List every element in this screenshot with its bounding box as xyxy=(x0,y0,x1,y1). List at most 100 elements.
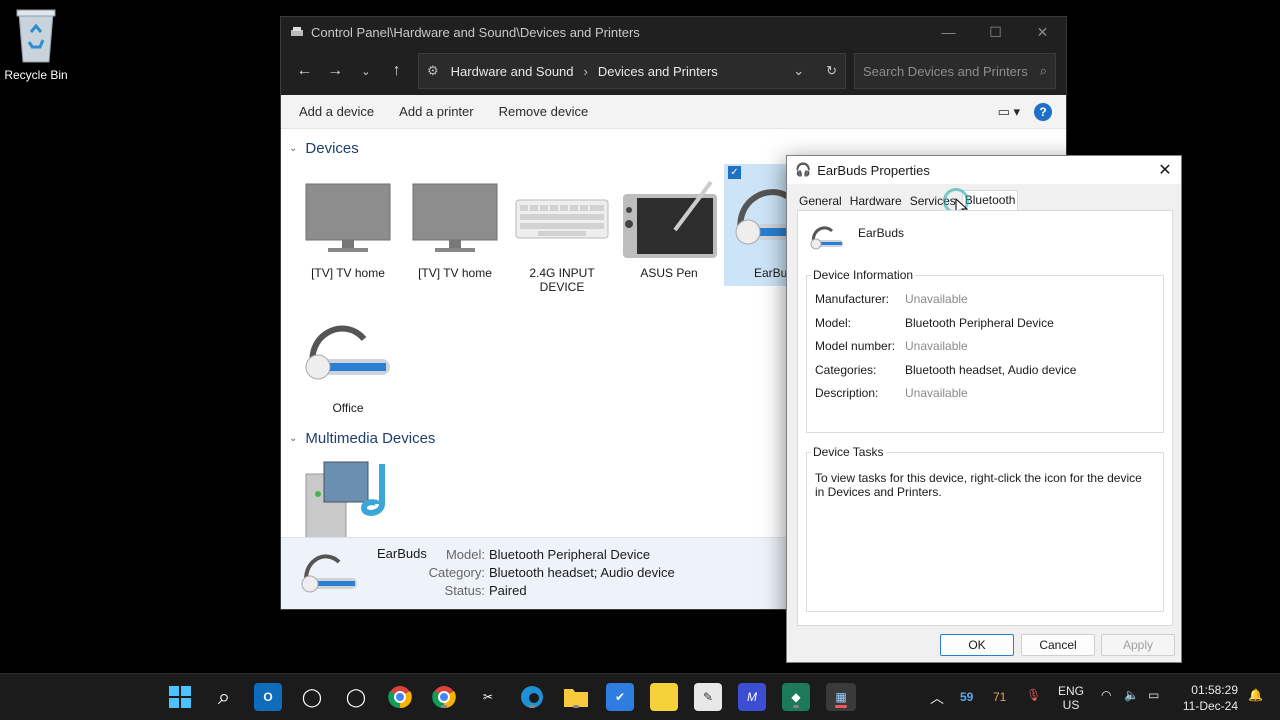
headset-icon xyxy=(810,223,844,253)
info-value: Bluetooth Peripheral Device xyxy=(905,316,1054,330)
microphone-icon[interactable]: 🎙 xyxy=(1026,688,1041,702)
details-model-key: Model: xyxy=(445,547,485,562)
info-row: Categories: Bluetooth headset, Audio devi… xyxy=(815,363,1076,377)
search-icon[interactable]: ⌕ xyxy=(210,683,238,711)
chrome-icon[interactable] xyxy=(386,683,414,711)
ok-button[interactable]: OK xyxy=(940,634,1014,656)
tab-general[interactable]: General xyxy=(797,192,844,210)
remove-device-button[interactable]: Remove device xyxy=(499,104,589,119)
math-app-icon[interactable]: M xyxy=(738,683,766,711)
device-item[interactable]: [TV] TV home xyxy=(296,180,400,280)
snipping-tool-icon[interactable]: ✂ xyxy=(474,683,502,711)
outlook-icon[interactable]: O xyxy=(254,683,282,711)
maximize-button[interactable]: ☐ xyxy=(972,17,1019,47)
breadcrumb-devices-printers[interactable]: Devices and Printers xyxy=(598,64,718,79)
edge-icon[interactable] xyxy=(518,683,546,711)
sticky-notes-icon[interactable] xyxy=(650,683,678,711)
device-item[interactable]: ASUS Pen xyxy=(617,180,721,280)
multimedia-device-item[interactable] xyxy=(296,458,400,538)
group-devices[interactable]: ⌄ Devices xyxy=(289,140,359,157)
taskbar: ⌕ O ◯ ◯ ✂ ✔ ✎ M ◆ ▦ ︿ 59 71 🎙 ENG US ◠ 🔈… xyxy=(0,673,1280,720)
device-item[interactable]: [TV] TV home xyxy=(403,180,507,280)
headset-icon xyxy=(298,315,398,395)
device-label: EarBu xyxy=(754,266,788,280)
recent-locations-button[interactable]: ⌄ xyxy=(353,56,380,86)
window-titlebar: Control Panel\Hardware and Sound\Devices… xyxy=(281,17,1066,47)
whatsapp-icon[interactable]: ◯ xyxy=(298,683,326,711)
minimize-button[interactable]: — xyxy=(925,17,972,47)
cancel-button[interactable]: Cancel xyxy=(1021,634,1095,656)
search-placeholder: Search Devices and Printers xyxy=(863,63,1028,79)
notification-icon[interactable]: 🔔 xyxy=(1248,688,1263,702)
chrome-profile-icon[interactable] xyxy=(430,683,458,711)
address-field[interactable]: ⚙ Hardware and Sound › Devices and Print… xyxy=(418,53,846,89)
code-editor-icon[interactable]: ◆ xyxy=(782,683,810,711)
info-value: Bluetooth headset, Audio device xyxy=(905,363,1077,377)
chevron-down-icon: ⌄ xyxy=(289,433,298,444)
group-devices-label: Devices xyxy=(305,140,359,157)
region-code: US xyxy=(1062,698,1080,712)
start-icon[interactable] xyxy=(166,683,194,711)
clock[interactable]: 01:58:29 11-Dec-24 xyxy=(1180,682,1238,714)
checkbox-icon[interactable]: ✓ xyxy=(728,166,741,179)
device-tasks-legend: Device Tasks xyxy=(811,445,886,459)
pen-tablet-icon xyxy=(619,180,719,260)
tab-hardware[interactable]: Hardware xyxy=(848,192,904,210)
device-item[interactable]: Office xyxy=(296,315,400,415)
file-explorer-icon[interactable] xyxy=(562,683,590,711)
view-options-icon[interactable]: ▭ ▾ xyxy=(998,104,1020,120)
apply-button[interactable]: Apply xyxy=(1101,634,1175,656)
battery-icon[interactable]: ▭ xyxy=(1148,688,1159,702)
details-device-name: EarBuds xyxy=(377,546,427,561)
chevron-right-icon: › xyxy=(583,63,588,79)
dialog-close-button[interactable]: ✕ xyxy=(1149,160,1181,180)
close-button[interactable]: ✕ xyxy=(1019,17,1066,47)
search-input[interactable]: Search Devices and Printers ⌕ xyxy=(854,53,1056,89)
info-row: Model number: Unavailable xyxy=(815,339,968,353)
headset-icon xyxy=(732,180,794,260)
device-tasks-text: To view tasks for this device, right-cli… xyxy=(815,471,1142,499)
info-key: Categories: xyxy=(815,363,877,377)
cpu-temp-indicator[interactable]: 59 xyxy=(960,690,973,704)
language-indicator[interactable]: ENG US xyxy=(1058,684,1084,712)
device-information-legend: Device Information xyxy=(811,268,916,282)
info-key: Model number: xyxy=(815,339,896,353)
device-item[interactable]: 2.4G INPUT DEVICE xyxy=(510,180,614,294)
group-multimedia[interactable]: ⌄ Multimedia Devices xyxy=(289,430,435,447)
help-button[interactable]: ? xyxy=(1034,102,1052,121)
dialog-titlebar: 🎧 EarBuds Properties ✕ xyxy=(787,156,1181,184)
device-item-selected[interactable]: ✓ EarBu xyxy=(724,164,794,286)
wifi-icon[interactable]: ◠ xyxy=(1101,688,1111,702)
headset-icon: 🎧 xyxy=(795,162,812,177)
details-status: Paired xyxy=(489,583,527,598)
details-status-key: Status: xyxy=(444,583,485,598)
clock-time: 01:58:29 xyxy=(1191,683,1238,697)
document-viewer-icon[interactable]: ✎ xyxy=(694,683,722,711)
up-button[interactable]: ↑ xyxy=(383,56,410,86)
recycle-bin[interactable]: Recycle Bin xyxy=(4,6,68,82)
todo-icon[interactable]: ✔ xyxy=(606,683,634,711)
chevron-down-icon: ⌄ xyxy=(289,143,298,154)
language-code: ENG xyxy=(1058,684,1085,698)
refresh-icon[interactable]: ↻ xyxy=(826,63,837,79)
tab-bluetooth[interactable]: Bluetooth xyxy=(961,190,1019,210)
chevron-down-icon[interactable]: ⌄ xyxy=(793,63,804,79)
control-panel-icon: ⚙ xyxy=(427,63,439,78)
add-device-button[interactable]: Add a device xyxy=(299,104,374,119)
breadcrumb-hardware-sound[interactable]: Hardware and Sound xyxy=(451,64,574,79)
forward-button[interactable]: → xyxy=(322,56,349,86)
back-button[interactable]: ← xyxy=(291,56,318,86)
add-printer-button[interactable]: Add a printer xyxy=(399,104,473,119)
control-panel-taskbar-icon[interactable]: ▦ xyxy=(826,683,856,711)
info-value: Unavailable xyxy=(905,292,968,306)
info-key: Description: xyxy=(815,386,879,400)
whatsapp-business-icon[interactable]: ◯ xyxy=(342,683,370,711)
gpu-temp-indicator[interactable]: 71 xyxy=(993,690,1006,704)
details-model: Bluetooth Peripheral Device xyxy=(489,547,651,562)
search-icon: ⌕ xyxy=(1039,63,1047,78)
device-label: ASUS Pen xyxy=(640,266,698,280)
show-hidden-icons-icon[interactable]: ︿ xyxy=(930,688,944,708)
keyboard-icon xyxy=(512,180,612,260)
volume-icon[interactable]: 🔈 xyxy=(1124,688,1139,702)
command-bar: Add a device Add a printer Remove device… xyxy=(281,95,1066,129)
